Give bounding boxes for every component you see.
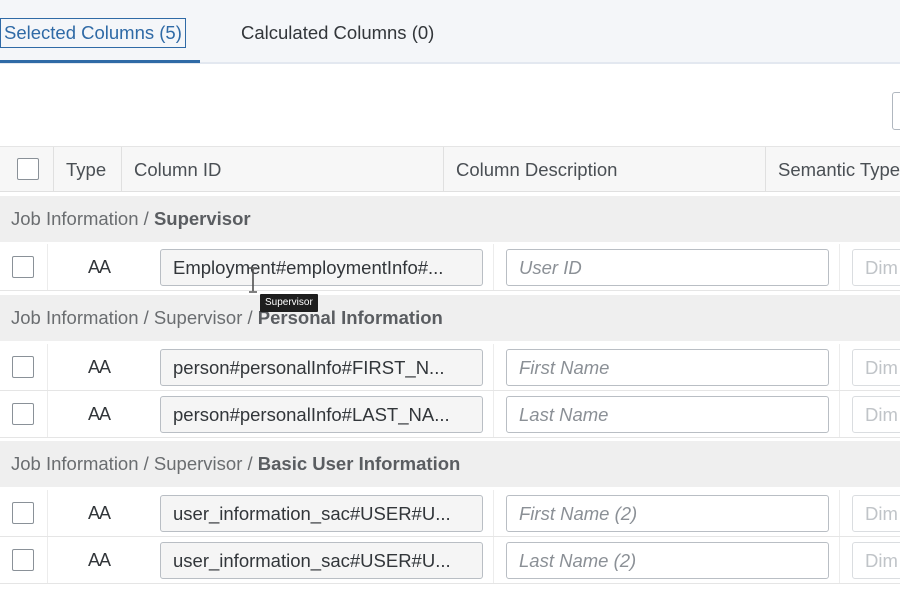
cell-divider <box>47 344 48 390</box>
cell-divider <box>47 391 48 437</box>
table-row[interactable]: AA person#personalInfo#FIRST_N... First … <box>0 344 900 391</box>
cell-divider <box>839 490 840 536</box>
column-description-input[interactable]: Last Name (2) <box>506 542 829 579</box>
active-tab-indicator <box>0 60 200 63</box>
cell-divider <box>493 391 494 437</box>
column-description-input[interactable]: First Name (2) <box>506 495 829 532</box>
cell-divider <box>493 344 494 390</box>
group-path: Job Information / Supervisor / <box>11 453 258 474</box>
cell-divider <box>47 537 48 583</box>
header-semantic-type[interactable]: Semantic Type <box>766 147 900 192</box>
group-title: Basic User Information <box>257 453 461 474</box>
cell-divider <box>839 244 840 290</box>
tab-selected-columns[interactable]: Selected Columns (5) <box>0 18 186 48</box>
text-type-icon: AA <box>88 404 111 424</box>
semantic-type-select[interactable]: Dim <box>852 249 900 286</box>
group-path: Job Information / <box>11 208 154 229</box>
column-id-field[interactable]: person#personalInfo#FIRST_N... <box>160 349 483 386</box>
tab-calculated-columns[interactable]: Calculated Columns (0) <box>238 18 437 48</box>
search-input[interactable] <box>892 92 900 130</box>
row-checkbox[interactable] <box>12 549 34 571</box>
cell-divider <box>839 537 840 583</box>
column-description-input[interactable]: First Name <box>506 349 829 386</box>
row-checkbox[interactable] <box>12 502 34 524</box>
tab-bar: Selected Columns (5) Calculated Columns … <box>0 0 900 64</box>
table-header: Type Column ID Column Description Semant… <box>0 146 900 192</box>
group-row: Job Information / Supervisor <box>0 196 900 242</box>
table-row[interactable]: AA user_information_sac#USER#U... First … <box>0 490 900 537</box>
column-id-field[interactable]: Employment#employmentInfo#... <box>160 249 483 286</box>
header-type[interactable]: Type <box>54 147 122 192</box>
semantic-type-select[interactable]: Dim <box>852 349 900 386</box>
row-checkbox[interactable] <box>12 356 34 378</box>
text-type-icon: AA <box>88 550 111 570</box>
group-path: Job Information / Supervisor / <box>11 307 258 328</box>
cell-divider <box>493 244 494 290</box>
column-description-input[interactable]: Last Name <box>506 396 829 433</box>
semantic-type-select[interactable]: Dim <box>852 396 900 433</box>
cell-divider <box>839 344 840 390</box>
header-column-id[interactable]: Column ID <box>122 147 444 192</box>
tooltip: Supervisor <box>260 294 318 312</box>
column-id-field[interactable]: user_information_sac#USER#U... <box>160 495 483 532</box>
table-row[interactable]: AA person#personalInfo#LAST_NA... Last N… <box>0 391 900 438</box>
column-id-field[interactable]: person#personalInfo#LAST_NA... <box>160 396 483 433</box>
text-type-icon: AA <box>88 357 111 377</box>
semantic-type-select[interactable]: Dim <box>852 495 900 532</box>
table-row[interactable]: AA Employment#employmentInfo#... User ID… <box>0 244 900 291</box>
row-checkbox[interactable] <box>12 403 34 425</box>
select-all-checkbox[interactable] <box>17 158 39 180</box>
column-id-field[interactable]: user_information_sac#USER#U... <box>160 542 483 579</box>
text-type-icon: AA <box>88 257 111 277</box>
cell-divider <box>47 490 48 536</box>
semantic-type-select[interactable]: Dim <box>852 542 900 579</box>
group-row: Job Information / Supervisor / Basic Use… <box>0 441 900 487</box>
group-row: Job Information / Supervisor / Personal … <box>0 295 900 341</box>
row-checkbox[interactable] <box>12 256 34 278</box>
cell-divider <box>47 244 48 290</box>
cell-divider <box>493 537 494 583</box>
column-description-input[interactable]: User ID <box>506 249 829 286</box>
group-title: Supervisor <box>153 208 251 229</box>
cell-divider <box>839 391 840 437</box>
table-row[interactable]: AA user_information_sac#USER#U... Last N… <box>0 537 900 584</box>
text-type-icon: AA <box>88 503 111 523</box>
text-cursor-icon <box>249 267 257 293</box>
select-all-cell <box>0 147 54 192</box>
header-column-description[interactable]: Column Description <box>444 147 766 192</box>
cell-divider <box>493 490 494 536</box>
